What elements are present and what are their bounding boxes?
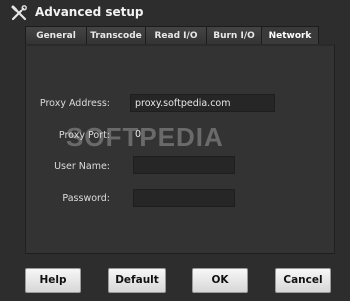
title-bar: Advanced setup bbox=[0, 0, 350, 26]
tab-burn-io[interactable]: Burn I/O bbox=[206, 26, 262, 45]
window-title: Advanced setup bbox=[35, 5, 144, 19]
cancel-button[interactable]: Cancel bbox=[275, 268, 331, 293]
tab-transcode[interactable]: Transcode bbox=[86, 26, 146, 45]
user-name-label: User Name: bbox=[54, 161, 110, 172]
password-label: Password: bbox=[62, 193, 110, 204]
ok-button[interactable]: OK bbox=[192, 268, 248, 293]
tab-bar: General Transcode Read I/O Burn I/O Netw… bbox=[25, 26, 319, 45]
tab-network[interactable]: Network bbox=[261, 26, 319, 45]
softpedia-watermark: SOFTPEDIA bbox=[66, 122, 224, 152]
user-name-field[interactable] bbox=[133, 156, 235, 174]
default-button[interactable]: Default bbox=[108, 268, 166, 293]
tools-icon bbox=[11, 5, 27, 21]
tab-read-io[interactable]: Read I/O bbox=[145, 26, 207, 45]
tab-general[interactable]: General bbox=[25, 26, 87, 45]
proxy-address-field[interactable] bbox=[130, 94, 275, 112]
proxy-address-label: Proxy Address: bbox=[39, 98, 110, 109]
password-field[interactable] bbox=[133, 189, 235, 207]
button-bar: Help Default OK Cancel bbox=[0, 262, 350, 301]
advanced-setup-window: Advanced setup General Transcode Read I/… bbox=[0, 0, 350, 301]
help-button[interactable]: Help bbox=[25, 268, 81, 293]
